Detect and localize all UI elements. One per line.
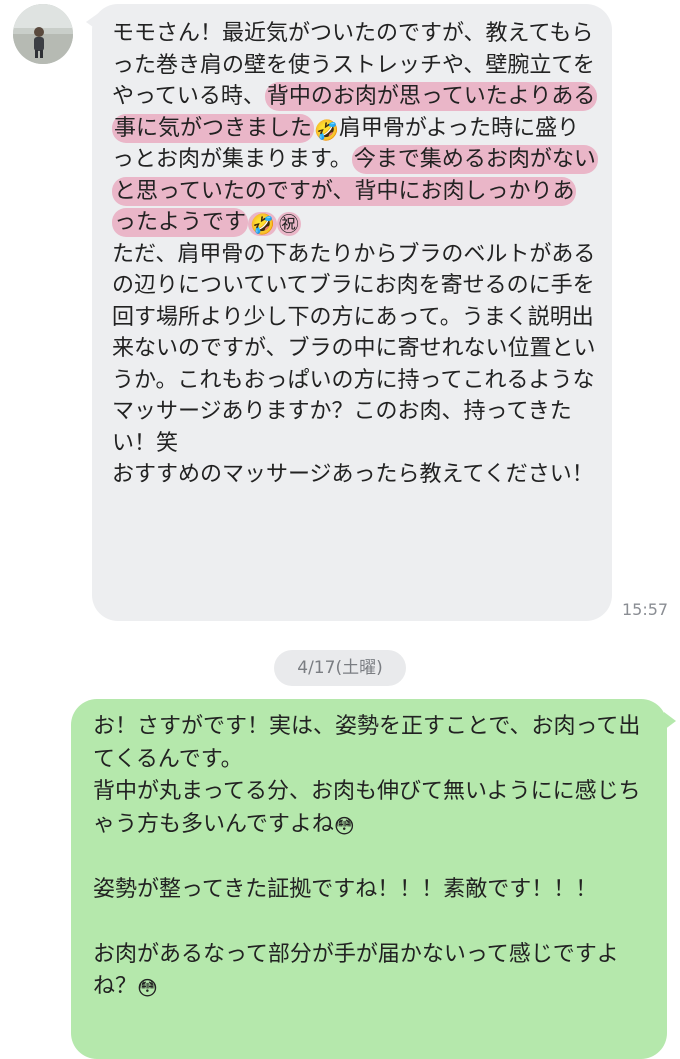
message-text-segment: お！さすがです！実は、姿勢を正すことで、お肉って出てくるんです。 背中が丸まって… bbox=[93, 714, 641, 837]
emoji-icon: 😳 bbox=[137, 976, 158, 1000]
incoming-message-bubble[interactable]: モモさん！最近気がついたのですが、教えてもらった巻き肩の壁を使うストレッチや、壁… bbox=[92, 4, 612, 621]
emoji-icon: 🤣 bbox=[248, 212, 277, 236]
emoji-icon: 🤣 bbox=[314, 117, 339, 142]
avatar[interactable] bbox=[13, 4, 73, 64]
message-text-segment: 姿勢が整ってきた証拠ですね！！！素敵です！！！ お肉があるなって部分が手が届かな… bbox=[93, 876, 619, 1000]
celebration-stamp-icon: ㊗ bbox=[276, 212, 301, 236]
date-divider: 4/17(土曜) bbox=[274, 650, 406, 686]
message-text-segment: ただ、肩甲骨の下あたりからブラのベルトがあるの辺りについていてブラにお肉を寄せる… bbox=[112, 241, 596, 488]
incoming-message-text: モモさん！最近気がついたのですが、教えてもらった巻き肩の壁を使うストレッチや、壁… bbox=[112, 18, 598, 491]
emoji-icon: 😳 bbox=[333, 813, 355, 838]
message-timestamp: 15:57 bbox=[622, 600, 669, 619]
outgoing-message-text: お！さすがです！実は、姿勢を正すことで、お肉って出てくるんです。 背中が丸まって… bbox=[93, 711, 651, 1004]
outgoing-message-bubble[interactable]: お！さすがです！実は、姿勢を正すことで、お肉って出てくるんです。 背中が丸まって… bbox=[71, 699, 667, 1059]
